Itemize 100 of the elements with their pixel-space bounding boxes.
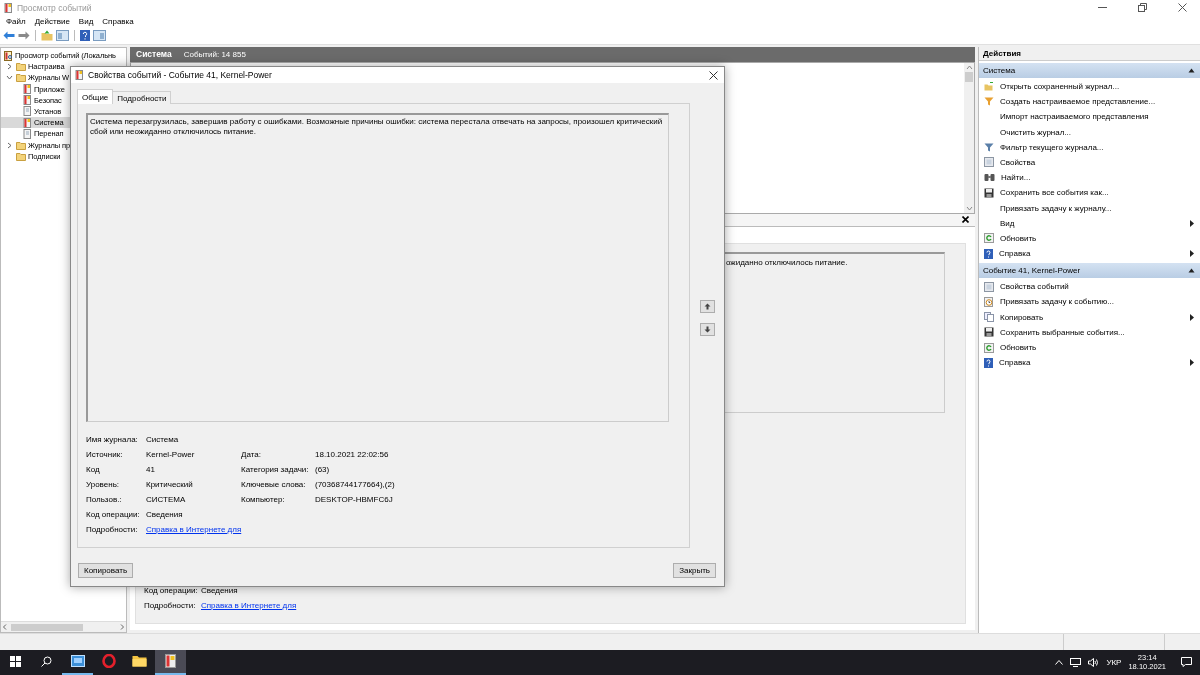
action-item[interactable]: Обновить bbox=[979, 339, 1200, 356]
action-item[interactable]: Импорт настраиваемого представления bbox=[979, 109, 1200, 125]
binoculars-icon bbox=[984, 173, 995, 183]
field-label: Компьютер: bbox=[241, 495, 286, 504]
help-icon bbox=[984, 357, 993, 368]
language-indicator[interactable]: УКР bbox=[1106, 658, 1122, 667]
help-link[interactable]: Справка в Интернете для bbox=[201, 601, 297, 610]
action-item[interactable]: Копировать bbox=[979, 309, 1200, 325]
funnel-icon bbox=[984, 97, 994, 107]
field-value: Критический bbox=[146, 480, 194, 489]
action-item[interactable]: Открыть сохраненный журнал... bbox=[979, 78, 1200, 95]
action-item[interactable]: Сохранить все события как... bbox=[979, 185, 1200, 201]
field-label: Подробности: bbox=[86, 525, 139, 534]
event-description: Система перезагрузилась, завершив работу с ошибками. Возможные причины ошибки: система перестала отвечать на запросы, произошел критический сбой или неожиданно отключилось питание. bbox=[86, 113, 669, 422]
section-header[interactable]: Система bbox=[979, 62, 1200, 78]
action-item[interactable]: Найти... bbox=[979, 170, 1200, 186]
network-icon[interactable] bbox=[1070, 658, 1082, 667]
vertical-scrollbar[interactable] bbox=[964, 62, 974, 213]
action-item[interactable]: Сохранить выбранные события... bbox=[979, 324, 1200, 340]
restore-icon[interactable] bbox=[1137, 3, 1147, 13]
action-item[interactable]: Создать настраиваемое представление... bbox=[979, 94, 1200, 110]
taskbar-app[interactable] bbox=[155, 650, 186, 675]
folder-icon bbox=[132, 655, 147, 668]
field-value: 41 bbox=[146, 465, 156, 474]
scrollbar-thumb[interactable] bbox=[11, 623, 83, 631]
arrow-up-icon bbox=[704, 303, 711, 310]
menu-item[interactable]: Вид bbox=[78, 17, 94, 27]
field-value: Сведения bbox=[201, 586, 238, 595]
field-value: Kernel-Power bbox=[146, 450, 196, 459]
chevron-right-icon[interactable] bbox=[5, 63, 13, 71]
badged-document-icon bbox=[23, 84, 32, 95]
action-item[interactable]: Справка bbox=[979, 246, 1200, 262]
refresh-icon bbox=[984, 342, 994, 353]
copy-icon bbox=[984, 312, 994, 323]
windows-logo-icon[interactable] bbox=[10, 656, 21, 667]
field-value: Система bbox=[146, 435, 180, 444]
ring-icon bbox=[101, 654, 116, 669]
help-icon[interactable] bbox=[80, 30, 90, 42]
panel-icon[interactable] bbox=[56, 30, 69, 42]
menu-item[interactable]: Действие bbox=[34, 17, 70, 27]
event-count: Событий: 14 855 bbox=[183, 49, 246, 59]
search-icon[interactable] bbox=[41, 656, 52, 667]
action-item[interactable]: Фильтр текущего журнала... bbox=[979, 139, 1200, 155]
chevron-down-icon[interactable] bbox=[965, 205, 973, 211]
action-item[interactable]: Вид bbox=[979, 215, 1200, 231]
field-value: Сведения bbox=[146, 510, 184, 519]
scrollbar-thumb[interactable] bbox=[965, 71, 973, 82]
forward-arrow-icon[interactable] bbox=[18, 31, 30, 41]
refresh-icon bbox=[984, 233, 994, 244]
minimize-icon[interactable] bbox=[1097, 7, 1107, 9]
menu-item[interactable]: Справка bbox=[102, 17, 134, 27]
collapse-arrow-icon[interactable] bbox=[1188, 67, 1195, 73]
horizontal-scrollbar[interactable] bbox=[1, 621, 126, 632]
action-item[interactable]: Обновить bbox=[979, 230, 1200, 246]
folder-icon bbox=[984, 82, 994, 91]
event-description: ожиданно отключилось питание. bbox=[726, 257, 848, 267]
action-item[interactable]: Очистить журнал... bbox=[979, 124, 1200, 140]
section-header[interactable]: Событие 41, Kernel-Power bbox=[979, 263, 1200, 279]
action-item[interactable]: Привязать задачу к журналу... bbox=[979, 200, 1200, 216]
speaker-icon[interactable] bbox=[1088, 658, 1100, 667]
tab[interactable]: Общие bbox=[77, 89, 114, 104]
dialog-button[interactable]: Закрыть bbox=[673, 563, 716, 578]
document-icon bbox=[23, 128, 32, 139]
close-icon[interactable] bbox=[709, 70, 718, 80]
field-label: Код операции: bbox=[144, 586, 198, 595]
close-icon[interactable] bbox=[962, 216, 969, 224]
field-label: Ключевые слова: bbox=[241, 480, 307, 489]
dialog-button[interactable]: Копировать bbox=[78, 563, 134, 578]
badged-document-icon bbox=[23, 117, 32, 128]
collapse-arrow-icon[interactable] bbox=[1188, 268, 1195, 274]
field-label: Код bbox=[86, 465, 101, 474]
properties-icon bbox=[984, 281, 994, 292]
tab[interactable]: Подробности bbox=[112, 91, 172, 104]
help-icon bbox=[984, 248, 993, 259]
action-item[interactable]: Свойства событий bbox=[979, 279, 1200, 295]
notification-icon[interactable] bbox=[1181, 657, 1192, 668]
field-value: (70368744177664),(2) bbox=[315, 480, 396, 489]
field-label: Уровень: bbox=[86, 480, 121, 489]
back-arrow-icon[interactable] bbox=[3, 31, 15, 41]
window-icon bbox=[70, 655, 85, 668]
menu-item[interactable]: Файл bbox=[6, 17, 26, 27]
pane-title: Система bbox=[136, 49, 172, 60]
action-item[interactable]: Привязать задачу к событию... bbox=[979, 294, 1200, 310]
field-value: DESKTOP-HBMFC6J bbox=[315, 495, 394, 504]
event-viewer-icon bbox=[4, 50, 13, 61]
previous-button[interactable] bbox=[700, 300, 715, 313]
help-link[interactable]: Справка в Интернете для bbox=[146, 525, 241, 534]
next-button[interactable] bbox=[700, 323, 715, 336]
chevron-right-icon[interactable] bbox=[5, 141, 13, 149]
properties-icon bbox=[984, 157, 994, 168]
panel-icon[interactable] bbox=[93, 30, 106, 42]
field-value: СИСТЕМА bbox=[146, 495, 187, 504]
app-icon bbox=[75, 70, 84, 80]
action-item[interactable]: Справка bbox=[979, 355, 1200, 371]
document-icon bbox=[23, 106, 32, 117]
field-label: Дата: bbox=[241, 450, 262, 459]
field-label: Источник: bbox=[86, 450, 124, 459]
chevron-down-icon[interactable] bbox=[5, 74, 13, 82]
action-item[interactable]: Свойства bbox=[979, 154, 1200, 171]
close-icon[interactable] bbox=[1177, 3, 1187, 13]
